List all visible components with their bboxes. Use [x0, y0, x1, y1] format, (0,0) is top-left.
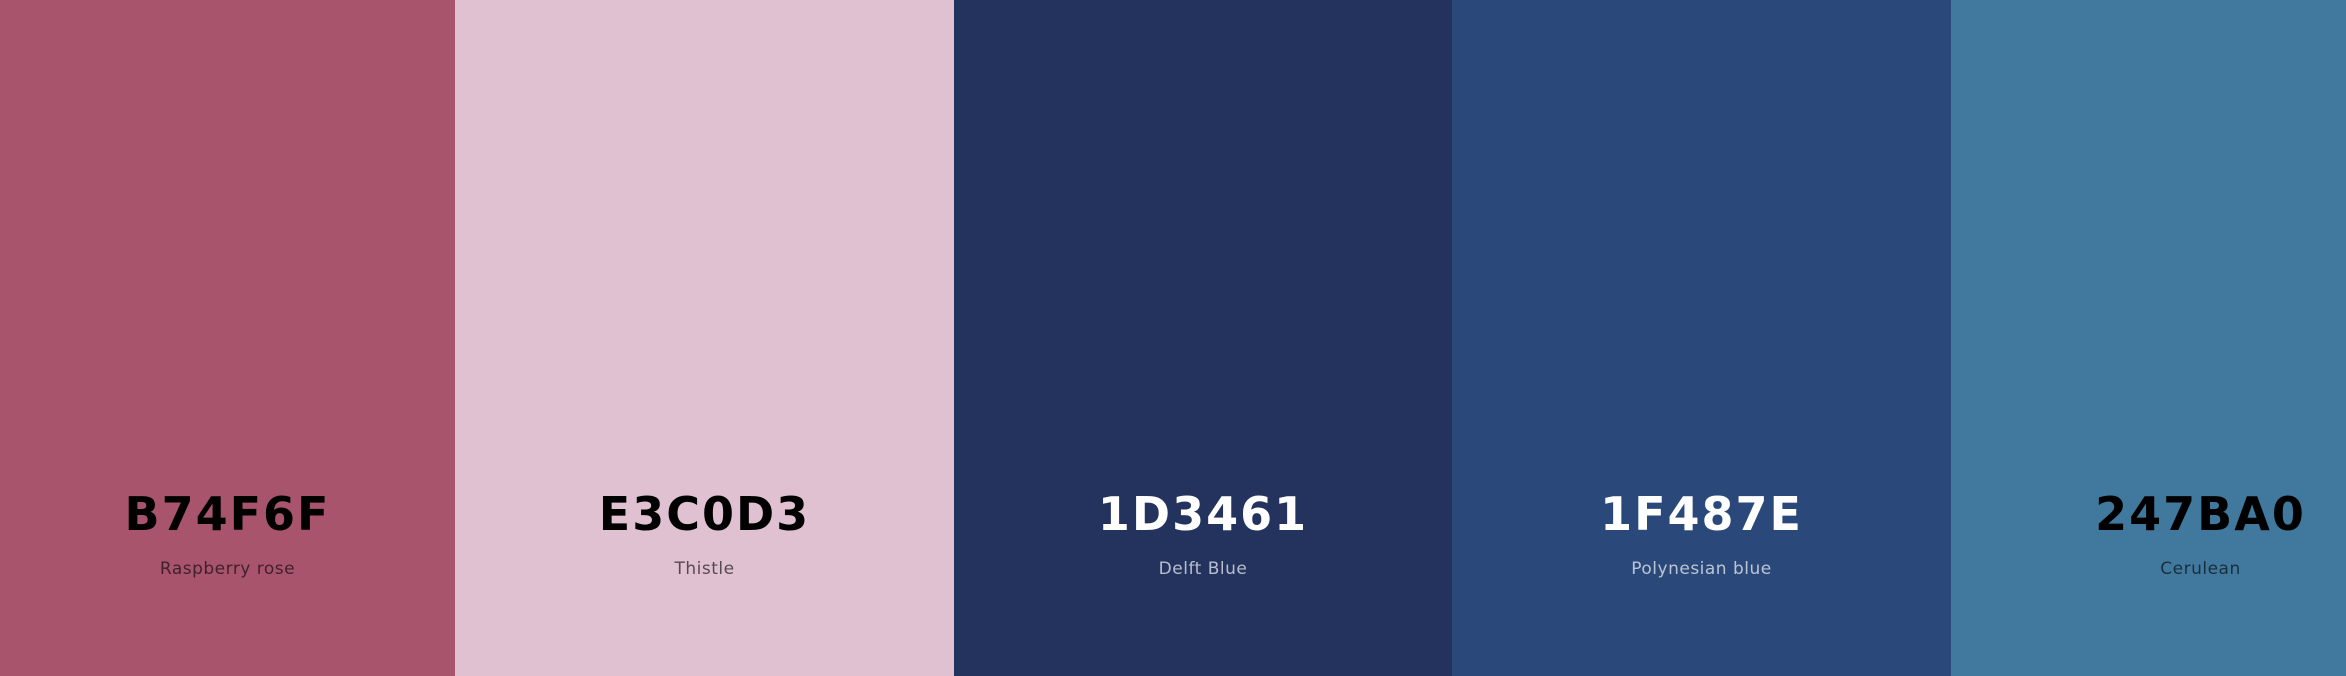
hex-code[interactable]: E3C0D3: [455, 486, 954, 542]
swatch-raspberry-rose[interactable]: B74F6F Raspberry rose: [0, 0, 455, 676]
swatch-info: 1F487E Polynesian blue: [1452, 486, 1951, 580]
color-name: Thistle: [674, 559, 735, 579]
color-name: Polynesian blue: [1631, 559, 1772, 579]
swatch-cerulean[interactable]: 247BA0 Cerulean: [1951, 0, 2346, 676]
color-name: Raspberry rose: [159, 559, 296, 579]
hex-code[interactable]: 247BA0: [1951, 486, 2346, 542]
swatch-info: 1D3461 Delft Blue: [954, 486, 1452, 580]
swatch-delft-blue[interactable]: 1D3461 Delft Blue: [954, 0, 1452, 676]
swatch-info: E3C0D3 Thistle: [455, 486, 954, 580]
swatch-polynesian-blue[interactable]: 1F487E Polynesian blue: [1452, 0, 1951, 676]
color-palette: B74F6F Raspberry rose E3C0D3 Thistle 1D3…: [0, 0, 2346, 676]
hex-code[interactable]: 1F487E: [1452, 486, 1951, 542]
color-name: Cerulean: [2160, 559, 2241, 579]
swatch-info: 247BA0 Cerulean: [1951, 486, 2346, 580]
swatch-thistle[interactable]: E3C0D3 Thistle: [455, 0, 954, 676]
color-name: Delft Blue: [1158, 559, 1248, 579]
hex-code[interactable]: B74F6F: [0, 486, 455, 542]
hex-code[interactable]: 1D3461: [954, 486, 1452, 542]
swatch-info: B74F6F Raspberry rose: [0, 486, 455, 580]
